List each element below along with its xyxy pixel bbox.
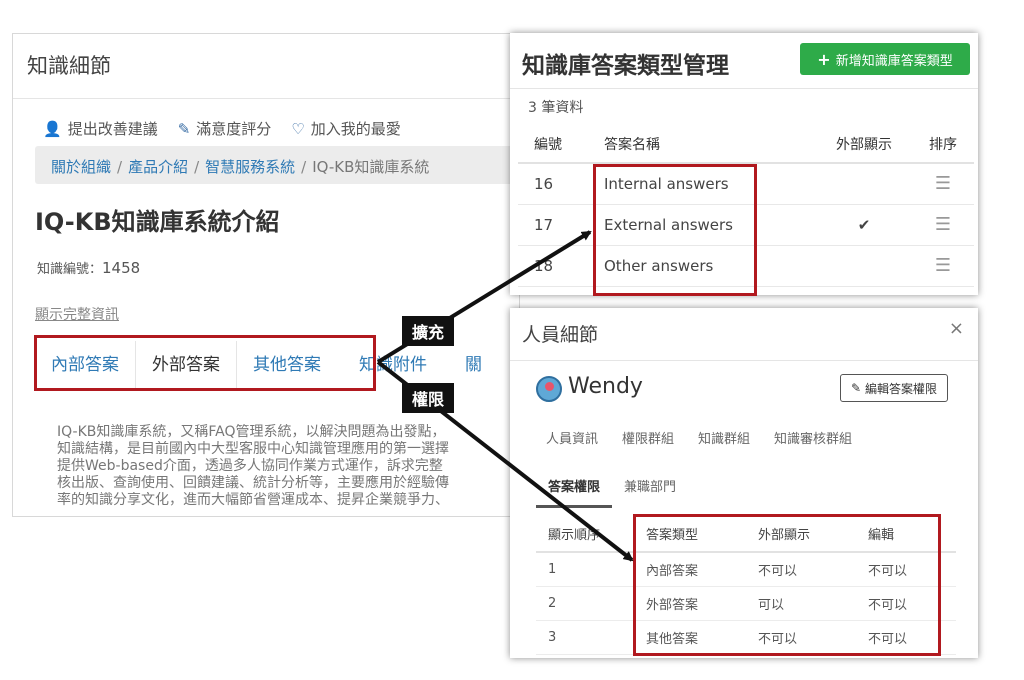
label-extend: 擴充 [402, 316, 455, 346]
annotation-arrows [376, 230, 634, 562]
label-permission: 權限 [402, 383, 455, 413]
